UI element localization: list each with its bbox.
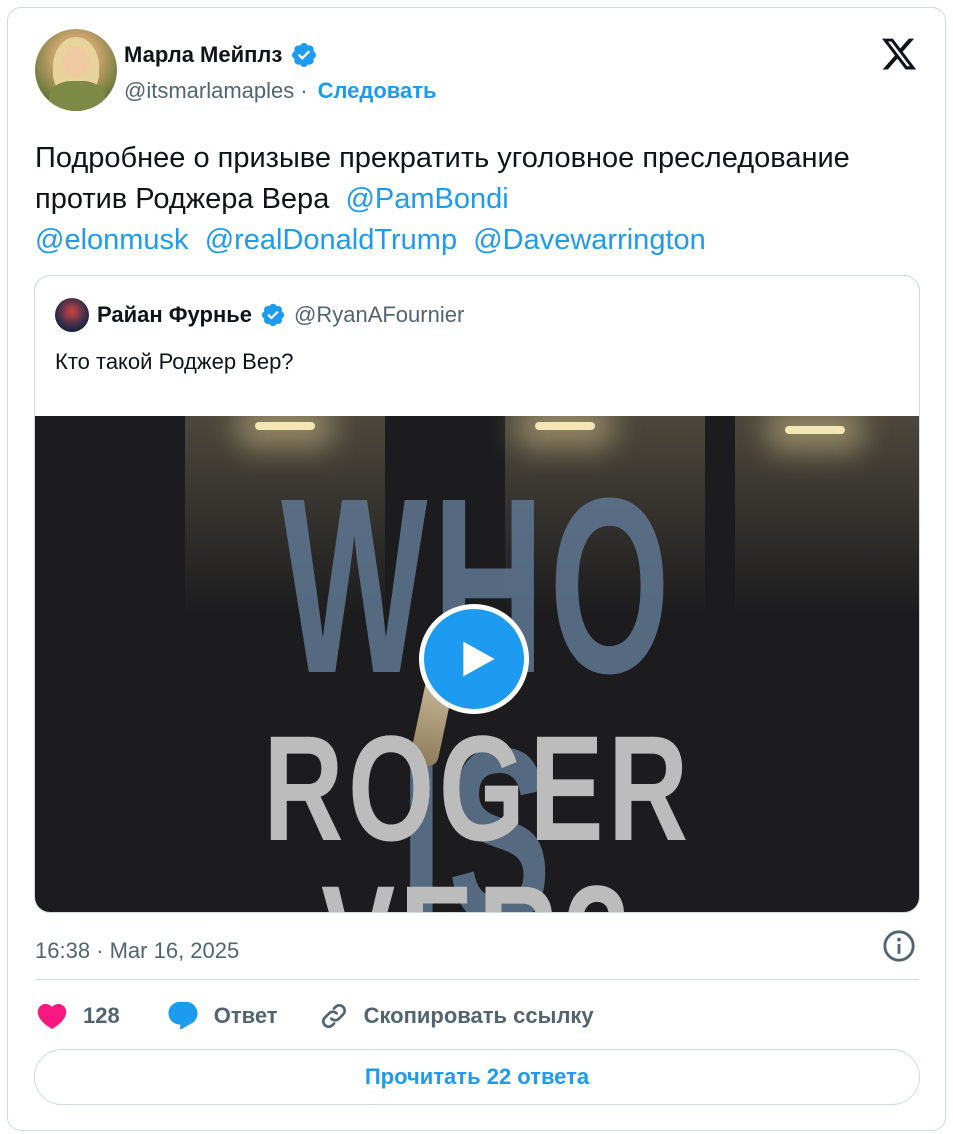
link-icon	[321, 1004, 346, 1028]
divider	[35, 979, 919, 980]
copy-link-button[interactable]: Скопировать ссылку	[318, 1000, 594, 1032]
mention-link[interactable]: @Davewarrington	[473, 224, 706, 256]
video-title-line2: ROGER VER?	[263, 704, 693, 912]
tweet-timestamp[interactable]: 16:38 · Mar 16, 2025	[35, 938, 239, 964]
follow-button[interactable]: Следовать	[318, 78, 437, 104]
separator-dot: ·	[300, 78, 308, 103]
x-logo-icon[interactable]	[880, 35, 918, 73]
reply-button[interactable]: Ответ	[166, 999, 278, 1033]
stage-light	[255, 422, 315, 430]
author-name[interactable]: Марла Мейплз	[124, 42, 282, 68]
author-avatar[interactable]	[35, 29, 117, 111]
mention-link[interactable]: @elonmusk	[35, 224, 189, 256]
quoted-author-name: Райан Фурнье	[97, 302, 252, 327]
play-button[interactable]	[419, 604, 529, 714]
like-count: 128	[83, 1003, 120, 1028]
play-icon	[463, 641, 495, 677]
avatar-body	[49, 81, 105, 111]
author-name-row: Марла Мейплз	[124, 41, 318, 69]
stage-light	[785, 426, 845, 434]
verified-badge-icon	[292, 43, 317, 67]
info-icon[interactable]	[882, 929, 916, 963]
reply-label: Ответ	[213, 1003, 278, 1028]
quoted-tweet-text: Кто такой Роджер Вер?	[55, 349, 294, 374]
embedded-tweet-card: Марла Мейплз @itsmarlamaples · Следовать…	[7, 7, 946, 1131]
mention-link[interactable]: @PamBondi	[345, 183, 508, 215]
mention-link[interactable]: @realDonaldTrump	[205, 224, 457, 256]
read-replies-button[interactable]: Прочитать 22 ответа	[34, 1049, 920, 1105]
author-handle[interactable]: @itsmarlamaples	[124, 78, 294, 104]
tweet-actions: 128 Ответ Скопировать ссылку	[35, 999, 594, 1033]
heart-icon	[37, 1003, 67, 1029]
quoted-author-avatar	[55, 298, 89, 332]
reply-bubble-icon	[168, 1001, 198, 1030]
tweet-text: Подробнее о призыве прекратить уголовное…	[35, 138, 915, 261]
quoted-author-handle: @RyanAFournier	[294, 302, 465, 327]
like-button[interactable]: 128	[35, 999, 120, 1033]
author-handle-row: @itsmarlamaples · Следовать	[124, 78, 437, 104]
stage-light-beam	[735, 416, 919, 616]
quoted-tweet[interactable]: Райан Фурнье @RyanAFournier Кто такой Ро…	[34, 275, 920, 913]
video-thumbnail[interactable]: WHO IS ROGER VER?	[35, 416, 919, 912]
verified-badge-icon	[261, 303, 285, 327]
stage-light	[535, 422, 595, 430]
copy-link-label: Скопировать ссылку	[363, 1003, 594, 1028]
quoted-tweet-header: Райан Фурнье @RyanAFournier	[55, 298, 464, 332]
avatar-face	[63, 47, 89, 77]
